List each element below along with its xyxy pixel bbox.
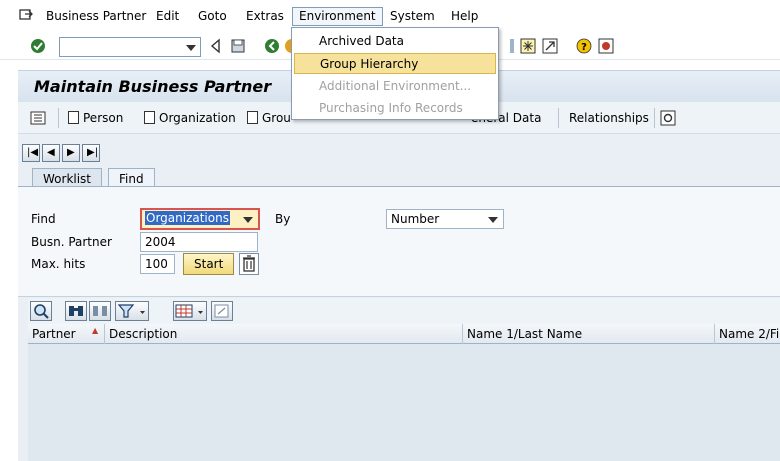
- export-button[interactable]: [211, 301, 233, 321]
- by-dropdown[interactable]: Number: [386, 209, 504, 229]
- by-label: By: [275, 212, 291, 226]
- menu-system[interactable]: System: [390, 9, 435, 23]
- magnifier-icon: [34, 304, 49, 319]
- create-session-icon[interactable]: [520, 38, 536, 54]
- enter-check-icon[interactable]: [30, 38, 46, 54]
- max-hits-input[interactable]: 100: [140, 254, 175, 274]
- layout-button[interactable]: [173, 301, 207, 321]
- chevron-down-icon[interactable]: [488, 217, 498, 223]
- by-dropdown-value: Number: [391, 212, 440, 226]
- previous-page-button[interactable]: ◀: [42, 144, 60, 162]
- relationships-button-label: Relationships: [569, 111, 649, 125]
- toolbar-separator: [558, 108, 559, 128]
- menu-item-purchasing-info-records: Purchasing Info Records: [319, 101, 463, 115]
- toolbar-separator: [654, 108, 655, 128]
- export-icon: [214, 304, 229, 318]
- next-page-icon: ▶: [67, 147, 75, 158]
- binoculars-icon: [69, 306, 83, 316]
- worklist-toggle-icon[interactable]: [30, 110, 46, 126]
- environment-menu: Archived Data Group Hierarchy Additional…: [291, 27, 499, 120]
- business-partner-label: Busn. Partner: [31, 235, 112, 249]
- find-dropdown-value: Organizations: [145, 211, 230, 225]
- relationships-button[interactable]: Relationships: [569, 111, 649, 125]
- start-button[interactable]: Start: [183, 253, 235, 275]
- business-partner-input[interactable]: 2004: [140, 232, 258, 252]
- find-panel: Find Organizations By Number Busn. Partn…: [18, 187, 780, 297]
- help-icon[interactable]: ?: [576, 38, 592, 54]
- menu-edit[interactable]: Edit: [156, 9, 179, 23]
- chevron-down-icon[interactable]: [186, 45, 196, 51]
- page-title: Maintain Business Partner: [34, 77, 272, 96]
- column-header-name1[interactable]: Name 1/Last Name: [463, 324, 715, 344]
- layout-separator-icon: [510, 39, 514, 53]
- save-icon[interactable]: [230, 38, 246, 54]
- find-dropdown[interactable]: Organizations: [140, 208, 260, 230]
- command-field[interactable]: [59, 37, 201, 57]
- column-header-description[interactable]: Description: [105, 324, 463, 344]
- clear-button[interactable]: [239, 253, 259, 275]
- person-button[interactable]: Person: [68, 111, 123, 125]
- menu-item-group-hierarchy[interactable]: Group Hierarchy: [294, 53, 496, 74]
- organization-button[interactable]: Organization: [144, 111, 236, 125]
- group-button-label: Grou: [262, 111, 291, 125]
- find-label: Find: [31, 212, 56, 226]
- menu-business-partner[interactable]: Business Partner: [46, 9, 146, 23]
- previous-page-icon: ◀: [47, 147, 55, 158]
- main-content: |◀ ◀ ▶ ▶| Worklist Find Find Organizatio…: [18, 134, 780, 461]
- document-icon: [68, 111, 79, 124]
- result-toolbar: [28, 298, 780, 324]
- back-arrow-icon[interactable]: [208, 38, 224, 54]
- grid-header: Partner ▲ Description Name 1/Last Name N…: [28, 324, 780, 344]
- shortcut-icon[interactable]: [542, 38, 558, 54]
- find-next-button[interactable]: [89, 301, 111, 321]
- svg-text:?: ?: [581, 42, 587, 53]
- tab-worklist[interactable]: Worklist: [32, 168, 103, 188]
- max-hits-value: 100: [145, 257, 168, 271]
- required-marker-icon: ▲: [92, 326, 99, 335]
- toolbar-separator: [58, 108, 59, 128]
- last-page-icon: ▶|: [87, 147, 99, 158]
- customize-layout-icon[interactable]: [598, 38, 614, 54]
- filter-button[interactable]: [115, 301, 149, 321]
- system-menu-icon[interactable]: [18, 7, 34, 23]
- find-in-list-button[interactable]: [65, 301, 87, 321]
- max-hits-label: Max. hits: [31, 257, 86, 271]
- column-header-partner-label: Partner: [32, 327, 76, 341]
- tab-find[interactable]: Find: [108, 168, 155, 188]
- trash-icon: [243, 255, 255, 272]
- menu-goto[interactable]: Goto: [198, 9, 227, 23]
- result-grid: Partner ▲ Description Name 1/Last Name N…: [28, 324, 780, 461]
- menu-extras[interactable]: Extras: [246, 9, 284, 23]
- details-button[interactable]: [30, 301, 52, 321]
- last-page-button[interactable]: ▶|: [82, 144, 100, 162]
- organization-button-label: Organization: [159, 111, 236, 125]
- back-green-icon[interactable]: [264, 38, 280, 54]
- person-button-label: Person: [83, 111, 124, 125]
- menu-environment[interactable]: Environment: [292, 7, 383, 26]
- column-header-partner[interactable]: Partner ▲: [28, 324, 105, 344]
- menu-item-archived-data[interactable]: Archived Data: [294, 31, 496, 52]
- menu-item-additional-environment: Additional Environment...: [319, 79, 472, 93]
- filter-icon: [117, 304, 145, 318]
- first-page-button[interactable]: |◀: [22, 144, 40, 162]
- group-button[interactable]: Grou: [247, 111, 291, 125]
- first-page-icon: |◀: [27, 147, 39, 158]
- table-layout-icon: [175, 304, 203, 318]
- document-icon: [247, 111, 258, 124]
- settings-icon[interactable]: [660, 110, 676, 126]
- binoculars-next-icon: [93, 306, 107, 316]
- chevron-down-icon[interactable]: [243, 217, 253, 223]
- document-icon: [144, 111, 155, 124]
- business-partner-value: 2004: [145, 235, 176, 249]
- column-header-name2[interactable]: Name 2/Firs: [715, 324, 780, 344]
- menu-help[interactable]: Help: [451, 9, 478, 23]
- next-page-button[interactable]: ▶: [62, 144, 80, 162]
